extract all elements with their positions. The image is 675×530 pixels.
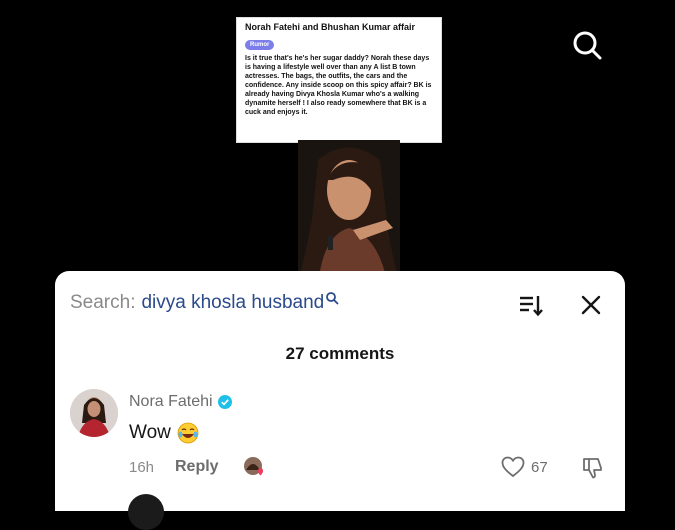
sort-icon[interactable] [517,291,545,319]
search-icon[interactable] [570,28,604,62]
search-query[interactable]: divya khosla husband [141,292,324,314]
avatar[interactable] [70,389,118,437]
rumor-body: Is it true that's he's her sugar daddy? … [245,55,432,116]
comment-search-bar[interactable]: Search: divya khosla husband [70,291,339,315]
creator-liked-avatar [244,457,263,476]
laughing-tears-emoji-icon [177,422,199,444]
search-icon[interactable] [325,291,339,305]
username-text: Nora Fatehi [129,393,213,410]
comment-text: Wow [129,422,199,444]
comments-sheet: Search: divya khosla husband 27 comments… [55,271,625,530]
thumbs-down-icon[interactable] [581,456,605,480]
reply-button[interactable]: Reply [175,458,219,476]
verified-badge-icon [217,395,232,409]
video-area[interactable]: Norah Fatehi and Bhushan Kumar affair Ru… [0,0,675,285]
rumor-title: Norah Fatehi and Bhushan Kumar affair [245,22,416,32]
comment-time: 16h [129,459,155,476]
avatar[interactable] [128,494,164,530]
rumor-tag: Rumor [245,40,275,50]
close-icon[interactable] [577,291,605,319]
rumor-card: Norah Fatehi and Bhushan Kumar affair Ru… [236,17,442,143]
comment-text-value: Wow [129,422,171,443]
comment-username[interactable]: Nora Fatehi [129,393,232,411]
comment-count: 27 comments [285,344,395,363]
search-prefix: Search: [70,292,136,313]
presenter-image [298,140,400,285]
like-count: 67 [531,459,548,476]
heart-outline-icon[interactable] [501,456,525,478]
